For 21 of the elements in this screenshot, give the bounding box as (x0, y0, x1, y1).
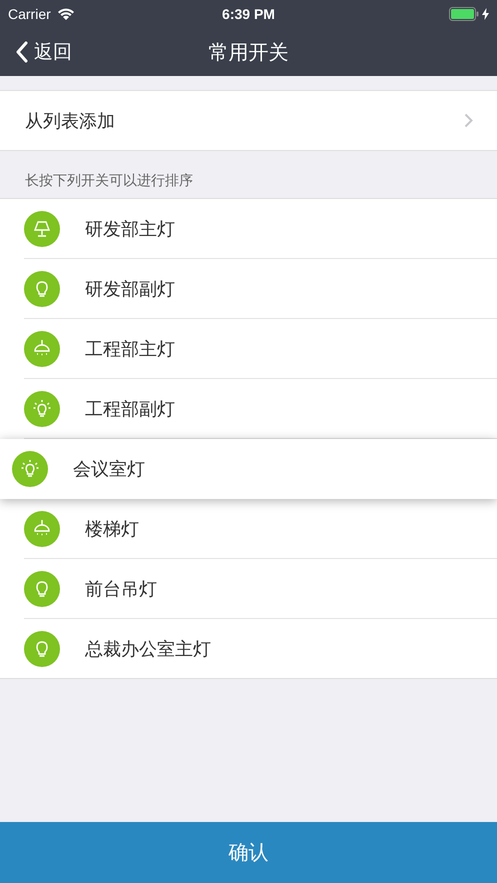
battery-icon (449, 7, 479, 21)
add-from-list-row[interactable]: 从列表添加 (0, 90, 497, 151)
switch-name: 总裁办公室主灯 (85, 638, 211, 660)
confirm-button[interactable]: 确认 (0, 822, 497, 883)
switch-name: 工程部副灯 (85, 398, 175, 420)
switch-name: 研发部主灯 (85, 218, 175, 240)
chevron-left-icon (16, 41, 28, 63)
status-time: 6:39 PM (222, 6, 275, 22)
screen-title: 常用开关 (208, 38, 288, 66)
switch-name: 研发部副灯 (85, 278, 175, 300)
back-button[interactable]: 返回 (0, 39, 72, 65)
switch-name: 工程部主灯 (85, 338, 175, 360)
carrier-label: Carrier (8, 6, 51, 22)
wifi-icon (56, 8, 75, 20)
section-header: 长按下列开关可以进行排序 (25, 172, 193, 190)
switch-name: 会议室灯 (73, 458, 145, 481)
switch-name: 楼梯灯 (85, 518, 139, 540)
switch-name: 前台吊灯 (85, 578, 157, 600)
add-from-list-label: 从列表添加 (25, 110, 115, 132)
switch-row[interactable]: 会议室灯 (0, 439, 497, 499)
chevron-right-icon (464, 113, 473, 128)
